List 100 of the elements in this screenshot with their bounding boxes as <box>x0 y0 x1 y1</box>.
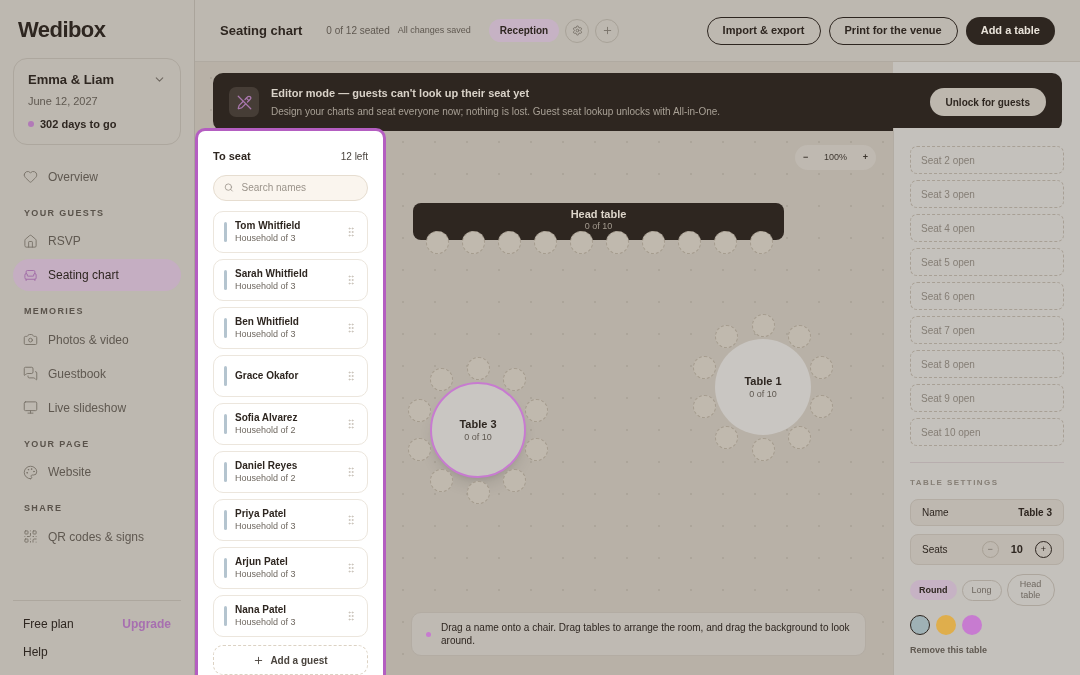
color-swatch[interactable] <box>936 615 956 635</box>
nav-item[interactable]: Guestbook <box>13 357 181 390</box>
guest-name: Ben Whitfield <box>235 316 299 329</box>
nav-item[interactable]: Seating chart <box>13 259 181 291</box>
panel-title: To seat <box>213 149 251 164</box>
add-guest-button[interactable]: Add a guest <box>213 645 368 675</box>
guest-card[interactable]: Daniel Reyes Household of 2 <box>213 451 368 494</box>
household-size: Household of 3 <box>235 568 296 581</box>
search-input[interactable]: Search names <box>241 180 357 196</box>
drag-handle-icon[interactable] <box>345 466 357 479</box>
household-bar <box>224 318 227 339</box>
household-size: Household of 3 <box>235 328 297 341</box>
name-field[interactable]: Name Table 3 <box>910 499 1064 526</box>
unlock-button[interactable]: Unlock for guests <box>929 88 1046 116</box>
nav-item[interactable]: Photos & video <box>13 323 181 356</box>
hint-text: Drag a name onto a chair. Drag tables to arrange the room, and drag the background to look around. <box>441 621 851 647</box>
search-icon <box>224 182 234 194</box>
seats-label: Seats <box>922 543 948 557</box>
drag-handle-icon[interactable] <box>345 514 357 527</box>
household-bar <box>224 222 227 243</box>
event-date: June 12, 2027 <box>28 93 99 109</box>
guest-name: Priya Patel <box>235 508 288 521</box>
drag-handle-icon[interactable] <box>345 274 357 287</box>
guest-card[interactable]: Ben Whitfield Household of 3 <box>213 307 368 350</box>
plus-icon <box>253 654 265 666</box>
guest-name: Arjun Patel <box>235 556 289 569</box>
nav-item[interactable]: QR codes & signs <box>13 520 181 553</box>
house-icon <box>23 233 38 249</box>
search-field[interactable]: Search names <box>213 174 368 202</box>
nav-item[interactable]: Overview <box>13 160 181 193</box>
guest-card[interactable]: Tom Whitfield Household of 3 <box>213 211 368 254</box>
drag-handle-icon[interactable] <box>345 610 357 623</box>
household-bar <box>224 606 227 627</box>
chat-icon <box>23 366 38 381</box>
color-swatch[interactable] <box>910 615 930 635</box>
drag-handle-icon[interactable] <box>345 562 357 575</box>
household-bar <box>224 270 227 291</box>
drag-handle-icon[interactable] <box>345 322 357 335</box>
page-title: Seating chart <box>220 21 303 40</box>
round-table[interactable]: Table 3 0 of 10 <box>430 382 526 478</box>
guest-card[interactable]: Nana Patel Household of 3 <box>213 595 368 638</box>
room-tab[interactable]: Reception <box>488 19 560 42</box>
household-bar <box>224 414 227 435</box>
heart-icon <box>23 169 38 184</box>
monitor-icon <box>23 400 38 415</box>
color-swatch[interactable] <box>962 615 982 635</box>
guest-card[interactable]: Priya Patel Household of 3 <box>213 499 368 542</box>
guest-name: Tom Whitfield <box>235 220 301 233</box>
zoom-level: 100% <box>824 150 847 164</box>
help-link[interactable]: Help <box>23 643 171 661</box>
nav-item[interactable]: RSVP <box>13 225 181 257</box>
household-size: Household of 3 <box>235 280 297 293</box>
guest-name: Daniel Reyes <box>235 460 298 473</box>
guest-name: Sofia Alvarez <box>235 412 298 425</box>
table-name: Head table <box>570 208 627 221</box>
guest-card[interactable]: Sofia Alvarez Household of 2 <box>213 403 368 446</box>
zoom-out-button[interactable]: − <box>803 150 809 165</box>
household-bar <box>224 558 227 579</box>
event-card[interactable]: Emma & Liam June 12, 2027 302 days to go <box>13 58 181 145</box>
household-size: Household of 3 <box>235 520 296 533</box>
guest-card[interactable]: Grace Okafor <box>213 355 368 398</box>
remove-table-link[interactable]: Remove this table <box>910 644 1064 658</box>
drag-handle-icon[interactable] <box>345 226 357 239</box>
household-size: Household of 3 <box>235 232 297 245</box>
camera-icon <box>23 332 38 347</box>
section-heading: YOUR PAGE <box>24 437 91 451</box>
nav-item[interactable]: Live slideshow <box>13 391 181 424</box>
nav-item[interactable]: Website <box>13 456 181 488</box>
table-count: 0 of 10 <box>584 221 613 232</box>
zoom-in-button[interactable]: + <box>862 150 868 165</box>
table-name: Table 3 <box>459 417 497 431</box>
household-size: Household of 3 <box>235 616 296 629</box>
drag-handle-icon[interactable] <box>345 418 357 431</box>
section-heading: SHARE <box>24 502 64 515</box>
guest-count: 12 left <box>340 149 368 164</box>
table-count: 0 of 10 <box>464 430 492 443</box>
chair-icon <box>23 267 38 283</box>
section-heading: TABLE SETTINGS <box>910 477 1000 489</box>
gear-icon <box>571 25 583 36</box>
household-bar <box>224 462 227 483</box>
toolbar-button[interactable]: Add a table <box>965 16 1055 45</box>
head-table[interactable]: Head table 0 of 10 <box>413 203 784 240</box>
household-bar <box>224 510 227 531</box>
countdown: 302 days to go <box>40 117 117 132</box>
household-bar <box>224 366 227 387</box>
banner-text: Design your charts and seat everyone now; nothing is lost. Guest seat lookup unlocks with All-in-One. <box>271 105 721 120</box>
shape-option[interactable]: Round <box>910 580 957 600</box>
drag-handle-icon[interactable] <box>345 370 357 383</box>
qr-code-icon <box>23 529 38 544</box>
banner-title: Editor mode — guests can't look up their seat yet <box>271 85 531 101</box>
round-table[interactable]: Table 1 0 of 10 <box>715 339 811 435</box>
seats-value: 10 <box>1010 542 1023 558</box>
pencil-off-icon <box>236 94 252 110</box>
plan-label: Free plan <box>23 616 74 633</box>
event-name: Emma & Liam <box>28 71 114 89</box>
guest-name: Nana Patel <box>235 604 288 617</box>
section-heading: MEMORIES <box>24 305 85 318</box>
guest-card[interactable]: Sarah Whitfield Household of 3 <box>213 259 368 302</box>
guest-name: Grace Okafor <box>235 370 299 383</box>
guest-card[interactable]: Arjun Patel Household of 3 <box>213 547 368 590</box>
